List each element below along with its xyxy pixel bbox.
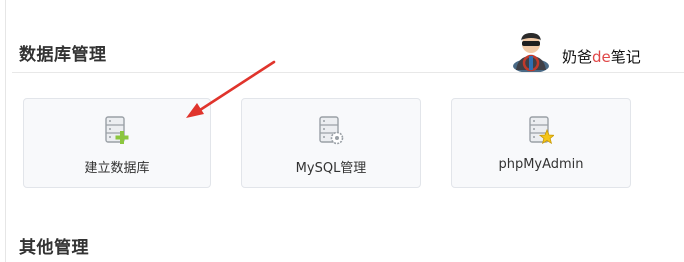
phpmyadmin-button[interactable]: phpMyAdmin — [451, 98, 631, 188]
create-database-button[interactable]: 建立数据库 — [23, 98, 211, 188]
left-border — [5, 0, 6, 262]
database-add-icon — [105, 116, 129, 144]
database-settings-icon — [319, 116, 344, 145]
create-database-label: 建立数据库 — [84, 161, 150, 176]
section-title-other-management: 其他管理 — [19, 238, 89, 258]
section-divider — [12, 72, 684, 73]
mysql-management-label: MySQL管理 — [295, 161, 367, 176]
database-star-icon — [529, 116, 554, 145]
phpmyadmin-label: phpMyAdmin — [498, 157, 584, 172]
driver-avatar-icon — [513, 33, 549, 72]
watermark-text: 奶爸de笔记 — [562, 48, 641, 66]
section-title-database-management: 数据库管理 — [19, 45, 107, 65]
watermark: 奶爸de笔记 — [510, 30, 680, 72]
mysql-management-button[interactable]: MySQL管理 — [241, 98, 421, 188]
